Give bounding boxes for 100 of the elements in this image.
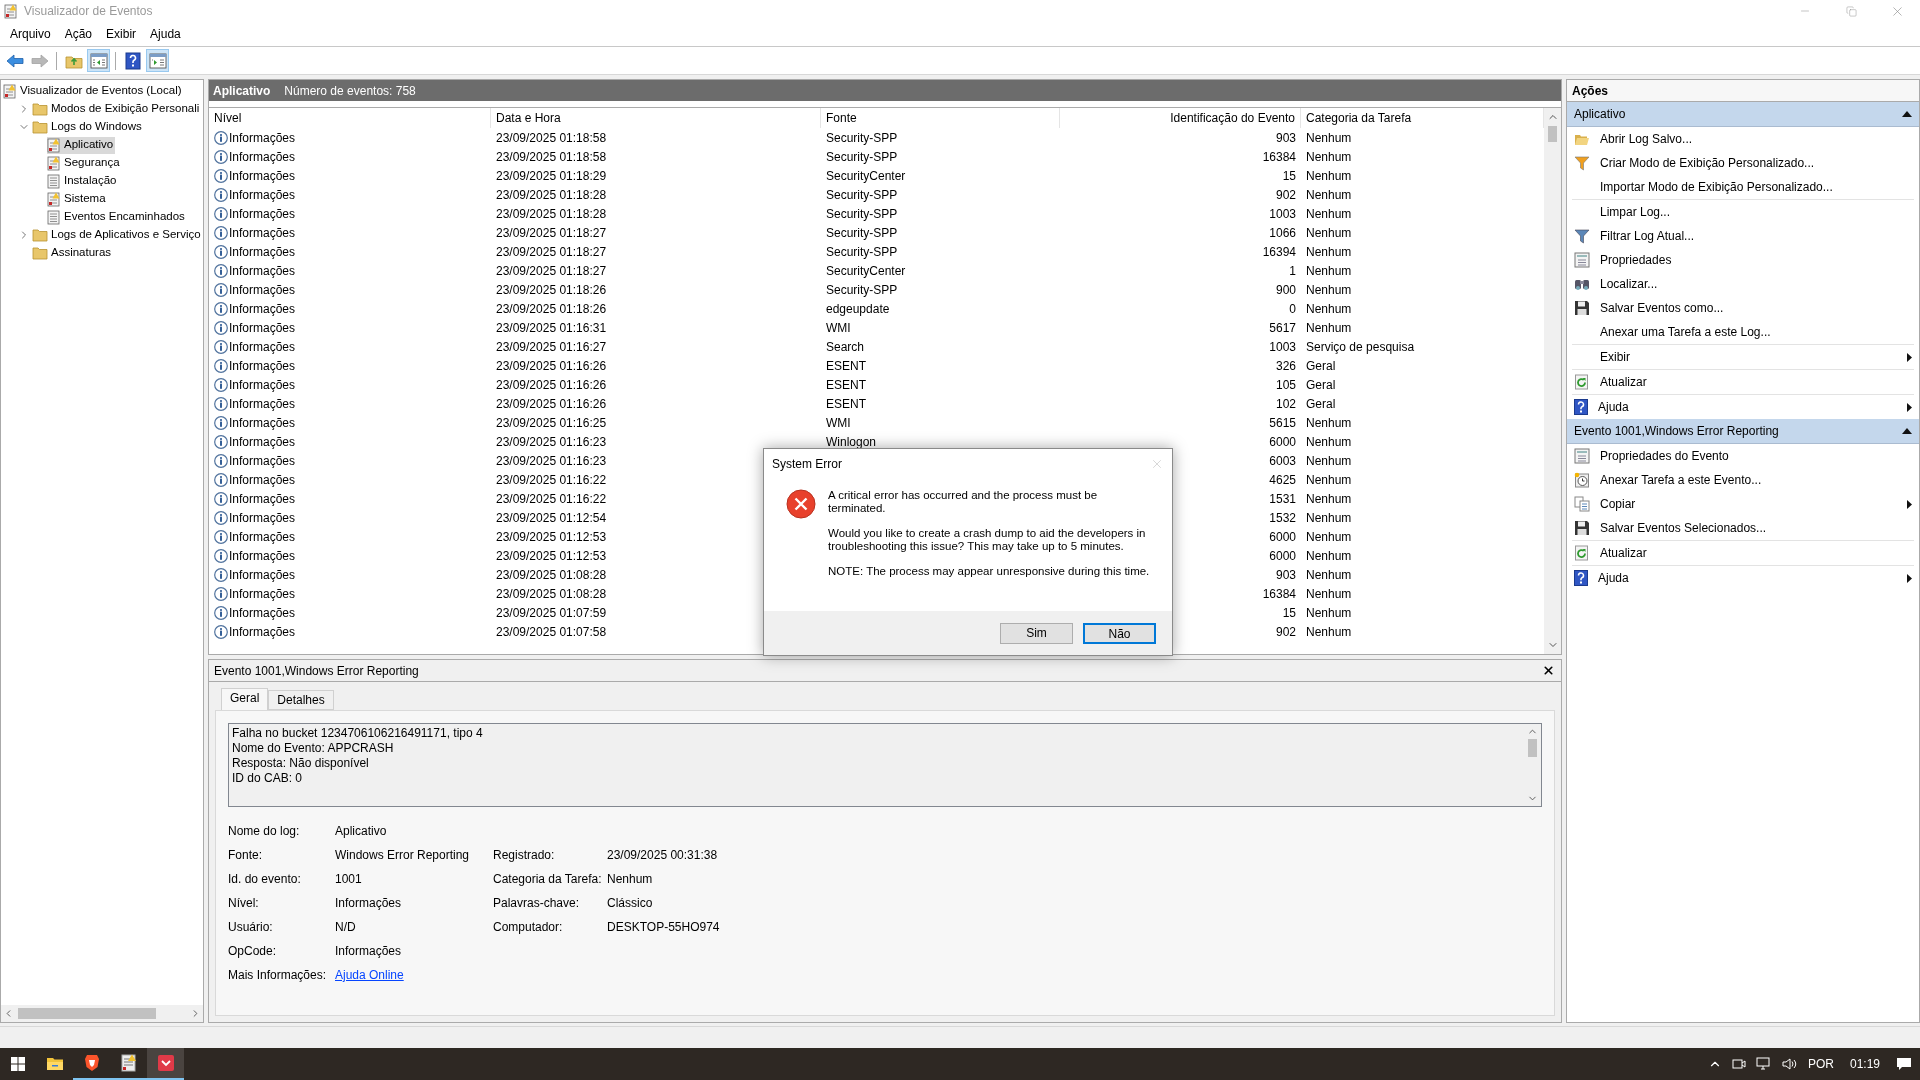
table-cell-text: 1531 xyxy=(1269,490,1296,508)
notification-icon[interactable] xyxy=(1896,1057,1912,1071)
field-value: Aplicativo xyxy=(335,823,388,840)
menu-item[interactable]: Ajuda xyxy=(143,25,188,43)
tree-item[interactable]: Aplicativo xyxy=(47,136,116,154)
table-cell: Nenhum xyxy=(1306,415,1352,430)
table-cell: ESENT xyxy=(826,358,866,373)
scroll-thumb[interactable] xyxy=(1528,739,1537,757)
properties-icon xyxy=(1574,252,1590,268)
dialog-button[interactable]: Não xyxy=(1083,622,1156,644)
description-line: Resposta: Não disponível xyxy=(232,756,370,771)
network-icon[interactable] xyxy=(1755,1057,1772,1071)
menu-item[interactable]: Exibir xyxy=(99,25,144,43)
column-header[interactable]: Fonte xyxy=(821,108,1060,128)
tree-item[interactable]: Segurança xyxy=(47,154,122,172)
field-label: Usuário: xyxy=(228,919,274,936)
vertical-scrollbar[interactable] xyxy=(1544,108,1561,654)
table-cell: WMI xyxy=(826,415,851,430)
table-cell: ESENT xyxy=(826,396,866,411)
section-header[interactable]: Aplicativo xyxy=(1567,102,1919,127)
table-cell-text: Informações xyxy=(229,395,296,413)
info-icon xyxy=(214,396,228,411)
table-cell-text: 4625 xyxy=(1269,471,1296,489)
info-icon xyxy=(214,339,228,354)
window-title: Visualizador de Eventos xyxy=(24,3,153,20)
table-cell: Nenhum xyxy=(1306,320,1352,335)
action-item[interactable]: Exibir xyxy=(1572,345,1914,369)
menu-item[interactable]: Arquivo xyxy=(3,25,58,43)
action-item[interactable]: Propriedades xyxy=(1572,248,1914,272)
table-cell: 23/09/2025 01:16:31 xyxy=(496,320,607,335)
table-cell: 23/09/2025 01:16:26 xyxy=(496,358,607,373)
table-cell: ESENT xyxy=(826,377,866,392)
info-icon xyxy=(214,415,228,430)
tree-item[interactable]: Visualizador de Eventos (Local) xyxy=(3,82,184,100)
action-item[interactable]: Salvar Eventos como... xyxy=(1572,296,1914,320)
tab[interactable]: Detalhes xyxy=(268,690,334,710)
tree-item[interactable]: Modos de Exibição Personali xyxy=(32,100,202,118)
input-language[interactable]: POR xyxy=(1807,1055,1834,1073)
collapse-triangle-icon xyxy=(1902,111,1912,117)
tree-item[interactable]: Eventos Encaminhados xyxy=(47,208,187,226)
info-icon xyxy=(214,472,228,487)
table-cell: 23/09/2025 01:16:25 xyxy=(496,415,607,430)
description-box[interactable]: Falha no bucket 1234706106216491171, tipo 4 Nome do Evento: APPCRASH Resposta: Não disponível ID do CAB: 0 xyxy=(228,723,1542,807)
action-item[interactable]: Ajuda xyxy=(1572,566,1914,590)
action-item[interactable]: Anexar Tarefa a este Evento... xyxy=(1572,468,1914,492)
menu-item[interactable]: Ação xyxy=(57,25,100,43)
tree-item[interactable]: Instalação xyxy=(47,172,119,190)
copy-icon xyxy=(1574,496,1590,512)
speaker-icon[interactable] xyxy=(1781,1057,1798,1071)
table-cell-text: 5615 xyxy=(1269,414,1296,432)
table-cell-text: 5617 xyxy=(1269,319,1296,337)
info-icon xyxy=(214,510,228,525)
action-item[interactable]: Atualizar xyxy=(1572,370,1914,394)
tree-item[interactable]: Logs do Windows xyxy=(32,118,144,136)
action-item[interactable]: Propriedades do Evento xyxy=(1572,444,1914,468)
action-item[interactable]: Criar Modo de Exibição Personalizado... xyxy=(1572,151,1914,175)
table-cell: Nenhum xyxy=(1306,567,1352,582)
scroll-thumb[interactable] xyxy=(18,1008,156,1019)
field-value: N/D xyxy=(335,919,357,936)
action-item[interactable]: Ajuda xyxy=(1572,395,1914,419)
clock[interactable]: 01:19 xyxy=(1843,1055,1886,1073)
table-cell: Nenhum xyxy=(1306,282,1352,297)
column-header[interactable]: Data e Hora xyxy=(491,108,821,128)
filter-icon xyxy=(1574,155,1590,171)
scroll-thumb[interactable] xyxy=(1548,126,1557,142)
action-item[interactable]: Copiar xyxy=(1572,492,1914,516)
table-cell-text: 0 xyxy=(1289,300,1296,318)
table-cell-text: 903 xyxy=(1275,566,1296,584)
action-item[interactable]: Importar Modo de Exibição Personalizado... xyxy=(1572,175,1914,199)
action-item[interactable]: Abrir Log Salvo... xyxy=(1572,127,1914,151)
info-icon xyxy=(214,282,228,297)
table-cell-text: Informações xyxy=(229,243,296,261)
action-item[interactable]: Salvar Eventos Selecionados... xyxy=(1572,516,1914,540)
horizontal-scrollbar[interactable] xyxy=(1,1005,203,1022)
action-item[interactable]: Atualizar xyxy=(1572,541,1914,565)
online-help-link[interactable]: Ajuda Online xyxy=(335,968,404,982)
table-cell: 23/09/2025 01:16:23 xyxy=(496,434,607,449)
column-header[interactable]: Identificação do Evento xyxy=(1060,108,1301,128)
section-header[interactable]: Evento 1001,Windows Error Reporting xyxy=(1567,419,1919,444)
action-item[interactable]: Localizar... xyxy=(1572,272,1914,296)
column-header[interactable]: Nível xyxy=(209,108,491,128)
tree-item[interactable]: Sistema xyxy=(47,190,108,208)
table-cell: Nenhum xyxy=(1306,244,1352,259)
table-cell: 23/09/2025 01:18:27 xyxy=(496,225,607,240)
table-cell: Security-SPP xyxy=(826,225,898,240)
table-cell: Security-SPP xyxy=(826,130,898,145)
tab[interactable]: Geral xyxy=(221,688,269,710)
table-cell-text: Informações xyxy=(229,604,296,622)
clock-task-icon xyxy=(1574,472,1590,488)
field-value: 1001 xyxy=(335,871,363,888)
tree-item[interactable]: Logs de Aplicativos e Serviço xyxy=(32,226,203,244)
camera-icon[interactable] xyxy=(1731,1057,1746,1071)
field-value: Informações xyxy=(335,895,403,912)
tree-item[interactable]: Assinaturas xyxy=(32,244,114,262)
action-item[interactable]: Filtrar Log Atual... xyxy=(1572,224,1914,248)
action-item[interactable]: Limpar Log... xyxy=(1572,200,1914,224)
dialog-button[interactable]: Sim xyxy=(1000,622,1073,644)
submenu-arrow-icon xyxy=(1907,573,1912,583)
action-item[interactable]: Anexar uma Tarefa a este Log... xyxy=(1572,320,1914,344)
tree-pane-button[interactable] xyxy=(87,49,110,72)
